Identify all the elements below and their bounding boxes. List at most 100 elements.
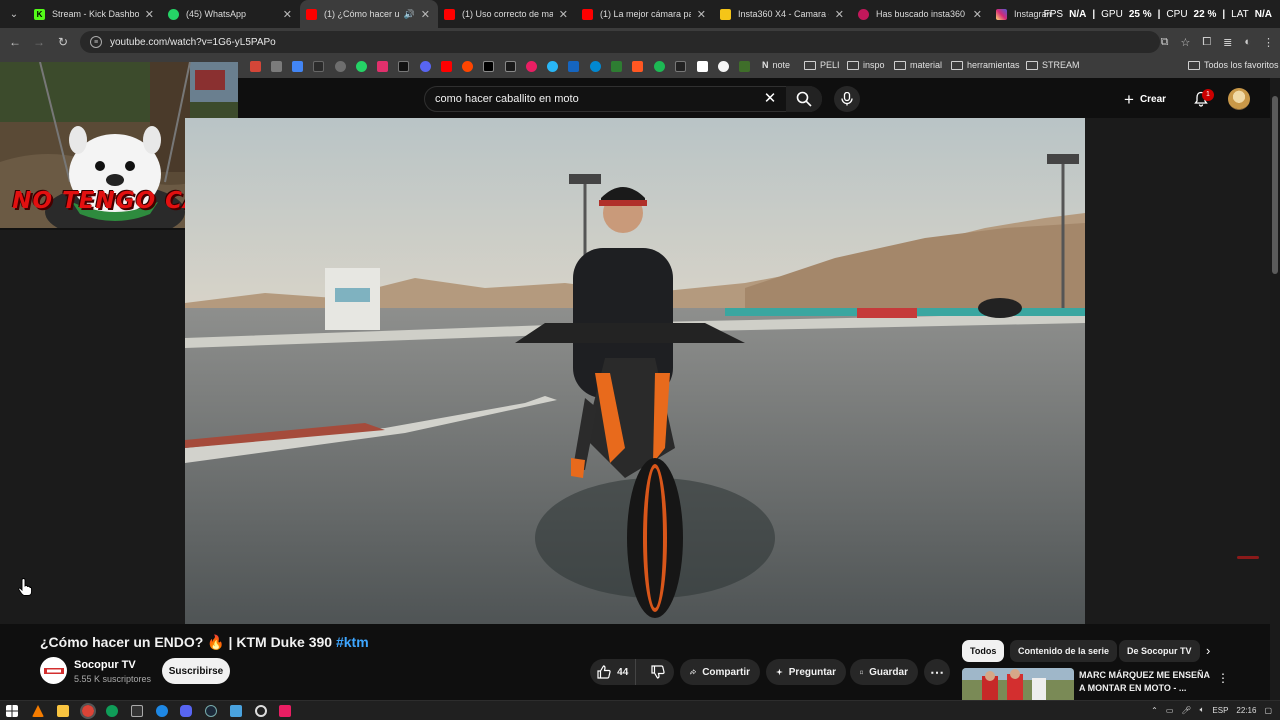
- tab-youtube[interactable]: (1) Uso correcto de mand ✕: [438, 0, 576, 28]
- terminal-icon[interactable]: [131, 705, 143, 717]
- x-icon[interactable]: [483, 61, 494, 72]
- bookmark-icon[interactable]: [611, 61, 622, 72]
- hashtag-link[interactable]: #ktm: [336, 634, 369, 650]
- volume-icon[interactable]: 🔈︎: [1200, 705, 1205, 715]
- bookmark-folder-material[interactable]: material: [894, 60, 942, 70]
- recommended-video-title[interactable]: MARC MÁRQUEZ ME ENSEÑA A MONTAR EN MOTO …: [1079, 669, 1214, 695]
- chevron-up-icon[interactable]: ⌃: [1151, 706, 1158, 715]
- all-bookmarks-folder[interactable]: Todos los favoritos: [1188, 60, 1279, 70]
- app-icon[interactable]: [230, 705, 242, 717]
- speaker-icon[interactable]: 🔊: [404, 9, 415, 20]
- chevron-right-icon[interactable]: ›: [1206, 643, 1210, 658]
- clock[interactable]: 22:16: [1236, 706, 1256, 715]
- bookmark-icon[interactable]: [271, 61, 282, 72]
- chip-all[interactable]: Todos: [962, 640, 1005, 662]
- bookmark-icon[interactable]: [697, 61, 708, 72]
- like-button[interactable]: 44: [590, 659, 637, 685]
- extensions-icon[interactable]: ⧠: [1202, 36, 1211, 49]
- video-player[interactable]: [185, 118, 1085, 624]
- bookmark-icon[interactable]: [547, 61, 558, 72]
- profile-icon[interactable]: ◐: [1244, 36, 1251, 48]
- tab-search-chevron-icon[interactable]: ⌄: [0, 0, 28, 28]
- save-button[interactable]: Guardar: [850, 659, 918, 685]
- tab-close-icon[interactable]: ✕: [283, 8, 292, 21]
- obs-icon[interactable]: [255, 705, 267, 717]
- media-controls-icon[interactable]: ≣: [1223, 36, 1232, 49]
- bookmark-icon[interactable]: [505, 61, 516, 72]
- bookmark-icon[interactable]: [675, 61, 686, 72]
- bookmark-note[interactable]: Nnote: [762, 60, 790, 70]
- bookmark-icon[interactable]: [313, 61, 324, 72]
- address-bar[interactable]: ≡ youtube.com/watch?v=1G6-yL5PAPo: [80, 31, 1160, 53]
- recommended-video-thumbnail[interactable]: [962, 668, 1074, 700]
- subscribe-button[interactable]: Suscribirse: [162, 658, 230, 684]
- bookmark-icon[interactable]: [250, 61, 261, 72]
- app-icon[interactable]: [156, 705, 168, 717]
- user-avatar[interactable]: [1228, 88, 1250, 110]
- whatsapp-icon[interactable]: [356, 61, 367, 72]
- capcut-icon[interactable]: [279, 705, 291, 717]
- tiktok-icon[interactable]: [398, 61, 409, 72]
- notifications-icon[interactable]: ▢: [1264, 706, 1272, 715]
- bookmark-folder-stream[interactable]: STREAM: [1026, 60, 1080, 70]
- site-info-icon[interactable]: ≡: [90, 36, 102, 48]
- bookmark-icon[interactable]: [590, 61, 601, 72]
- menu-kebab-icon[interactable]: ⋮: [1263, 36, 1274, 49]
- tab-close-icon[interactable]: ✕: [697, 8, 706, 21]
- bookmark-icon[interactable]: [292, 61, 303, 72]
- back-arrow-icon[interactable]: ←: [3, 35, 27, 49]
- more-actions-button[interactable]: ⋯: [924, 659, 950, 685]
- discord-icon[interactable]: [420, 61, 431, 72]
- chip-series-content[interactable]: Contenido de la serie: [1010, 640, 1118, 662]
- channel-avatar[interactable]: [40, 657, 67, 684]
- reddit-icon[interactable]: [462, 61, 473, 72]
- scrollbar-thumb[interactable]: [1272, 96, 1278, 274]
- bookmark-folder-inspo[interactable]: inspo: [847, 60, 885, 70]
- vlc-icon[interactable]: [32, 705, 44, 717]
- bookmark-icon[interactable]: [739, 61, 750, 72]
- youtube-icon[interactable]: [441, 61, 452, 72]
- chrome-icon[interactable]: [80, 703, 96, 719]
- edge-icon[interactable]: [106, 705, 118, 717]
- windows-start-icon[interactable]: [6, 705, 18, 717]
- bookmark-icon[interactable]: [632, 61, 643, 72]
- install-app-icon[interactable]: ⧉: [1161, 36, 1169, 49]
- chip-from-channel[interactable]: De Socopur TV: [1119, 640, 1200, 662]
- language-indicator[interactable]: ESP: [1212, 706, 1228, 715]
- voice-search-button[interactable]: [834, 86, 860, 112]
- bookmark-icon[interactable]: [568, 61, 579, 72]
- tab-search-results[interactable]: Has buscado insta360 x4 ✕: [852, 0, 990, 28]
- microphone-icon[interactable]: 🎤︎: [1181, 706, 1191, 715]
- discord-icon[interactable]: [180, 705, 192, 717]
- bookmark-star-icon[interactable]: ☆: [1180, 36, 1190, 49]
- tab-youtube-active[interactable]: (1) ¿Cómo hacer un E 🔊 ✕: [300, 0, 438, 28]
- clear-search-icon[interactable]: ✕: [762, 90, 778, 108]
- kebab-menu-icon[interactable]: ⋮: [1217, 671, 1229, 685]
- forward-arrow-icon[interactable]: →: [27, 35, 51, 49]
- tab-close-icon[interactable]: ✕: [559, 8, 568, 21]
- tab-close-icon[interactable]: ✕: [421, 8, 430, 21]
- bookmark-icon[interactable]: [335, 61, 346, 72]
- tab-youtube[interactable]: (1) La mejor cámara para ✕: [576, 0, 714, 28]
- tab-close-icon[interactable]: ✕: [835, 8, 844, 21]
- file-explorer-icon[interactable]: [57, 705, 69, 717]
- bookmark-folder-peli[interactable]: PELI: [804, 60, 840, 70]
- tab-kick[interactable]: K Stream - Kick Dashboard ✕: [28, 0, 162, 28]
- amazon-icon[interactable]: [718, 61, 729, 72]
- instagram-icon[interactable]: [377, 61, 388, 72]
- bookmark-icon[interactable]: [526, 61, 537, 72]
- tab-insta360[interactable]: Insta360 X4 - Camara de ✕: [714, 0, 852, 28]
- share-button[interactable]: Compartir: [680, 659, 760, 685]
- tab-close-icon[interactable]: ✕: [145, 8, 154, 21]
- tab-whatsapp[interactable]: (45) WhatsApp ✕: [162, 0, 300, 28]
- reload-icon[interactable]: ↻: [51, 35, 75, 49]
- ask-button[interactable]: Preguntar: [766, 659, 846, 685]
- steam-icon[interactable]: [205, 705, 217, 717]
- dislike-button[interactable]: [642, 659, 674, 685]
- channel-name[interactable]: Socopur TV: [74, 659, 136, 671]
- search-button[interactable]: [786, 86, 822, 112]
- spotify-icon[interactable]: [654, 61, 665, 72]
- create-button[interactable]: + Crear: [1124, 88, 1166, 110]
- tab-close-icon[interactable]: ✕: [973, 8, 982, 21]
- bookmark-folder-herramientas[interactable]: herramientas: [951, 60, 1020, 70]
